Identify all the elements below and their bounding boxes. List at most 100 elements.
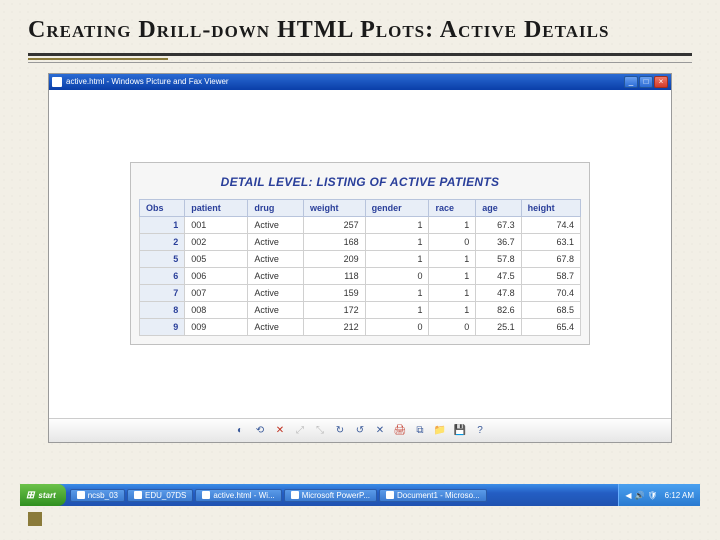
cell: 1 — [365, 302, 429, 319]
cell: Active — [248, 268, 304, 285]
cell: 67.8 — [521, 251, 580, 268]
slide-title: Creating Drill-down HTML Plots: Active D… — [28, 16, 692, 45]
col-obs: Obs — [140, 200, 185, 217]
cell: 7 — [140, 285, 185, 302]
table-row: 1001Active2571167.374.4 — [140, 217, 581, 234]
table-row: 9009Active2120025.165.4 — [140, 319, 581, 336]
cell: 006 — [185, 268, 248, 285]
cell: 1 — [429, 285, 476, 302]
cell: 58.7 — [521, 268, 580, 285]
cell: Active — [248, 302, 304, 319]
col-age: age — [476, 200, 521, 217]
cell: Active — [248, 251, 304, 268]
cell: 1 — [365, 217, 429, 234]
col-patient: patient — [185, 200, 248, 217]
toolbar-icon[interactable]: ◐ — [234, 424, 246, 436]
toolbar-icon[interactable]: ? — [474, 424, 486, 436]
cell: 2 — [140, 234, 185, 251]
taskbar-item[interactable]: Microsoft PowerP... — [284, 489, 377, 502]
table-row: 5005Active2091157.867.8 — [140, 251, 581, 268]
toolbar-icon[interactable]: 💾 — [454, 424, 466, 436]
viewer-toolbar: ◐ ⟲ ✕ ⤢ ⤡ ↻ ↺ ✕ 🖨 ⧉ 📁 💾? — [49, 418, 671, 442]
toolbar-icon[interactable]: 🖨 — [394, 424, 406, 436]
patients-table: Obspatientdrugweightgenderraceageheight … — [139, 199, 581, 336]
task-app-icon — [77, 491, 85, 499]
cell: 0 — [365, 319, 429, 336]
start-label: start — [38, 491, 55, 500]
toolbar-icon[interactable]: ✕ — [274, 424, 286, 436]
cell: 1 — [140, 217, 185, 234]
app-icon — [52, 77, 62, 87]
table-row: 8008Active1721182.668.5 — [140, 302, 581, 319]
divider-accent — [28, 58, 168, 60]
cell: 168 — [304, 234, 366, 251]
cell: 257 — [304, 217, 366, 234]
toolbar-icon[interactable]: ✕ — [374, 424, 386, 436]
divider-dark — [28, 53, 692, 56]
cell: 70.4 — [521, 285, 580, 302]
cell: Active — [248, 319, 304, 336]
cell: 67.3 — [476, 217, 521, 234]
cell: 63.1 — [521, 234, 580, 251]
cell: 1 — [429, 251, 476, 268]
cell: 74.4 — [521, 217, 580, 234]
window-title: active.html - Windows Picture and Fax Vi… — [66, 77, 229, 86]
taskbar-item[interactable]: Document1 - Microso... — [379, 489, 487, 502]
task-label: EDU_07DS — [145, 491, 186, 500]
task-app-icon — [202, 491, 210, 499]
col-race: race — [429, 200, 476, 217]
cell: 82.6 — [476, 302, 521, 319]
tray-icon[interactable]: 🔊 — [635, 491, 645, 500]
cell: 36.7 — [476, 234, 521, 251]
cell: 159 — [304, 285, 366, 302]
cell: 1 — [365, 285, 429, 302]
cell: 007 — [185, 285, 248, 302]
cell: 209 — [304, 251, 366, 268]
viewer-body: DETAIL LEVEL: LISTING OF ACTIVE PATIENTS… — [49, 90, 671, 418]
toolbar-icon[interactable]: ⟲ — [254, 424, 266, 436]
toolbar-icon[interactable]: ⧉ — [414, 424, 426, 436]
col-drug: drug — [248, 200, 304, 217]
toolbar-icon[interactable]: ↻ — [334, 424, 346, 436]
cell: 1 — [429, 217, 476, 234]
toolbar-icon[interactable]: ⤢ — [294, 424, 306, 436]
toolbar-icon[interactable]: 📁 — [434, 424, 446, 436]
cell: 0 — [365, 268, 429, 285]
cell: 118 — [304, 268, 366, 285]
task-label: ncsb_03 — [88, 491, 118, 500]
col-weight: weight — [304, 200, 366, 217]
task-label: active.html - Wi... — [213, 491, 274, 500]
maximize-button[interactable]: □ — [639, 76, 653, 88]
taskbar: ⊞ start ncsb_03 EDU_07DS active.html - Wi.… — [20, 484, 700, 506]
picture-viewer-window: active.html - Windows Picture and Fax Vi… — [48, 73, 672, 443]
cell: 68.5 — [521, 302, 580, 319]
minimize-button[interactable]: _ — [624, 76, 638, 88]
close-button[interactable]: × — [654, 76, 668, 88]
tray-icon[interactable]: ◀ — [625, 491, 631, 500]
cell: 47.8 — [476, 285, 521, 302]
cell: 1 — [429, 268, 476, 285]
col-gender: gender — [365, 200, 429, 217]
slide-footer-accent — [28, 512, 42, 526]
table-row: 7007Active1591147.870.4 — [140, 285, 581, 302]
cell: 0 — [429, 319, 476, 336]
cell: 6 — [140, 268, 185, 285]
toolbar-icon[interactable]: ⤡ — [314, 424, 326, 436]
taskbar-item[interactable]: active.html - Wi... — [195, 489, 281, 502]
tray-icon[interactable]: 🛡 — [647, 491, 657, 500]
cell: 25.1 — [476, 319, 521, 336]
clock: 6:12 AM — [665, 491, 694, 500]
taskbar-items: ncsb_03 EDU_07DS active.html - Wi... Micros… — [66, 484, 619, 506]
start-button[interactable]: ⊞ start — [20, 484, 66, 506]
task-app-icon — [291, 491, 299, 499]
toolbar-icon[interactable]: ↺ — [354, 424, 366, 436]
task-app-icon — [386, 491, 394, 499]
taskbar-item[interactable]: EDU_07DS — [127, 489, 193, 502]
cell: 001 — [185, 217, 248, 234]
cell: 1 — [429, 302, 476, 319]
report-title: DETAIL LEVEL: LISTING OF ACTIVE PATIENTS — [139, 175, 581, 189]
task-label: Microsoft PowerP... — [302, 491, 370, 500]
cell: 1 — [365, 234, 429, 251]
taskbar-item[interactable]: ncsb_03 — [70, 489, 125, 502]
cell: 172 — [304, 302, 366, 319]
